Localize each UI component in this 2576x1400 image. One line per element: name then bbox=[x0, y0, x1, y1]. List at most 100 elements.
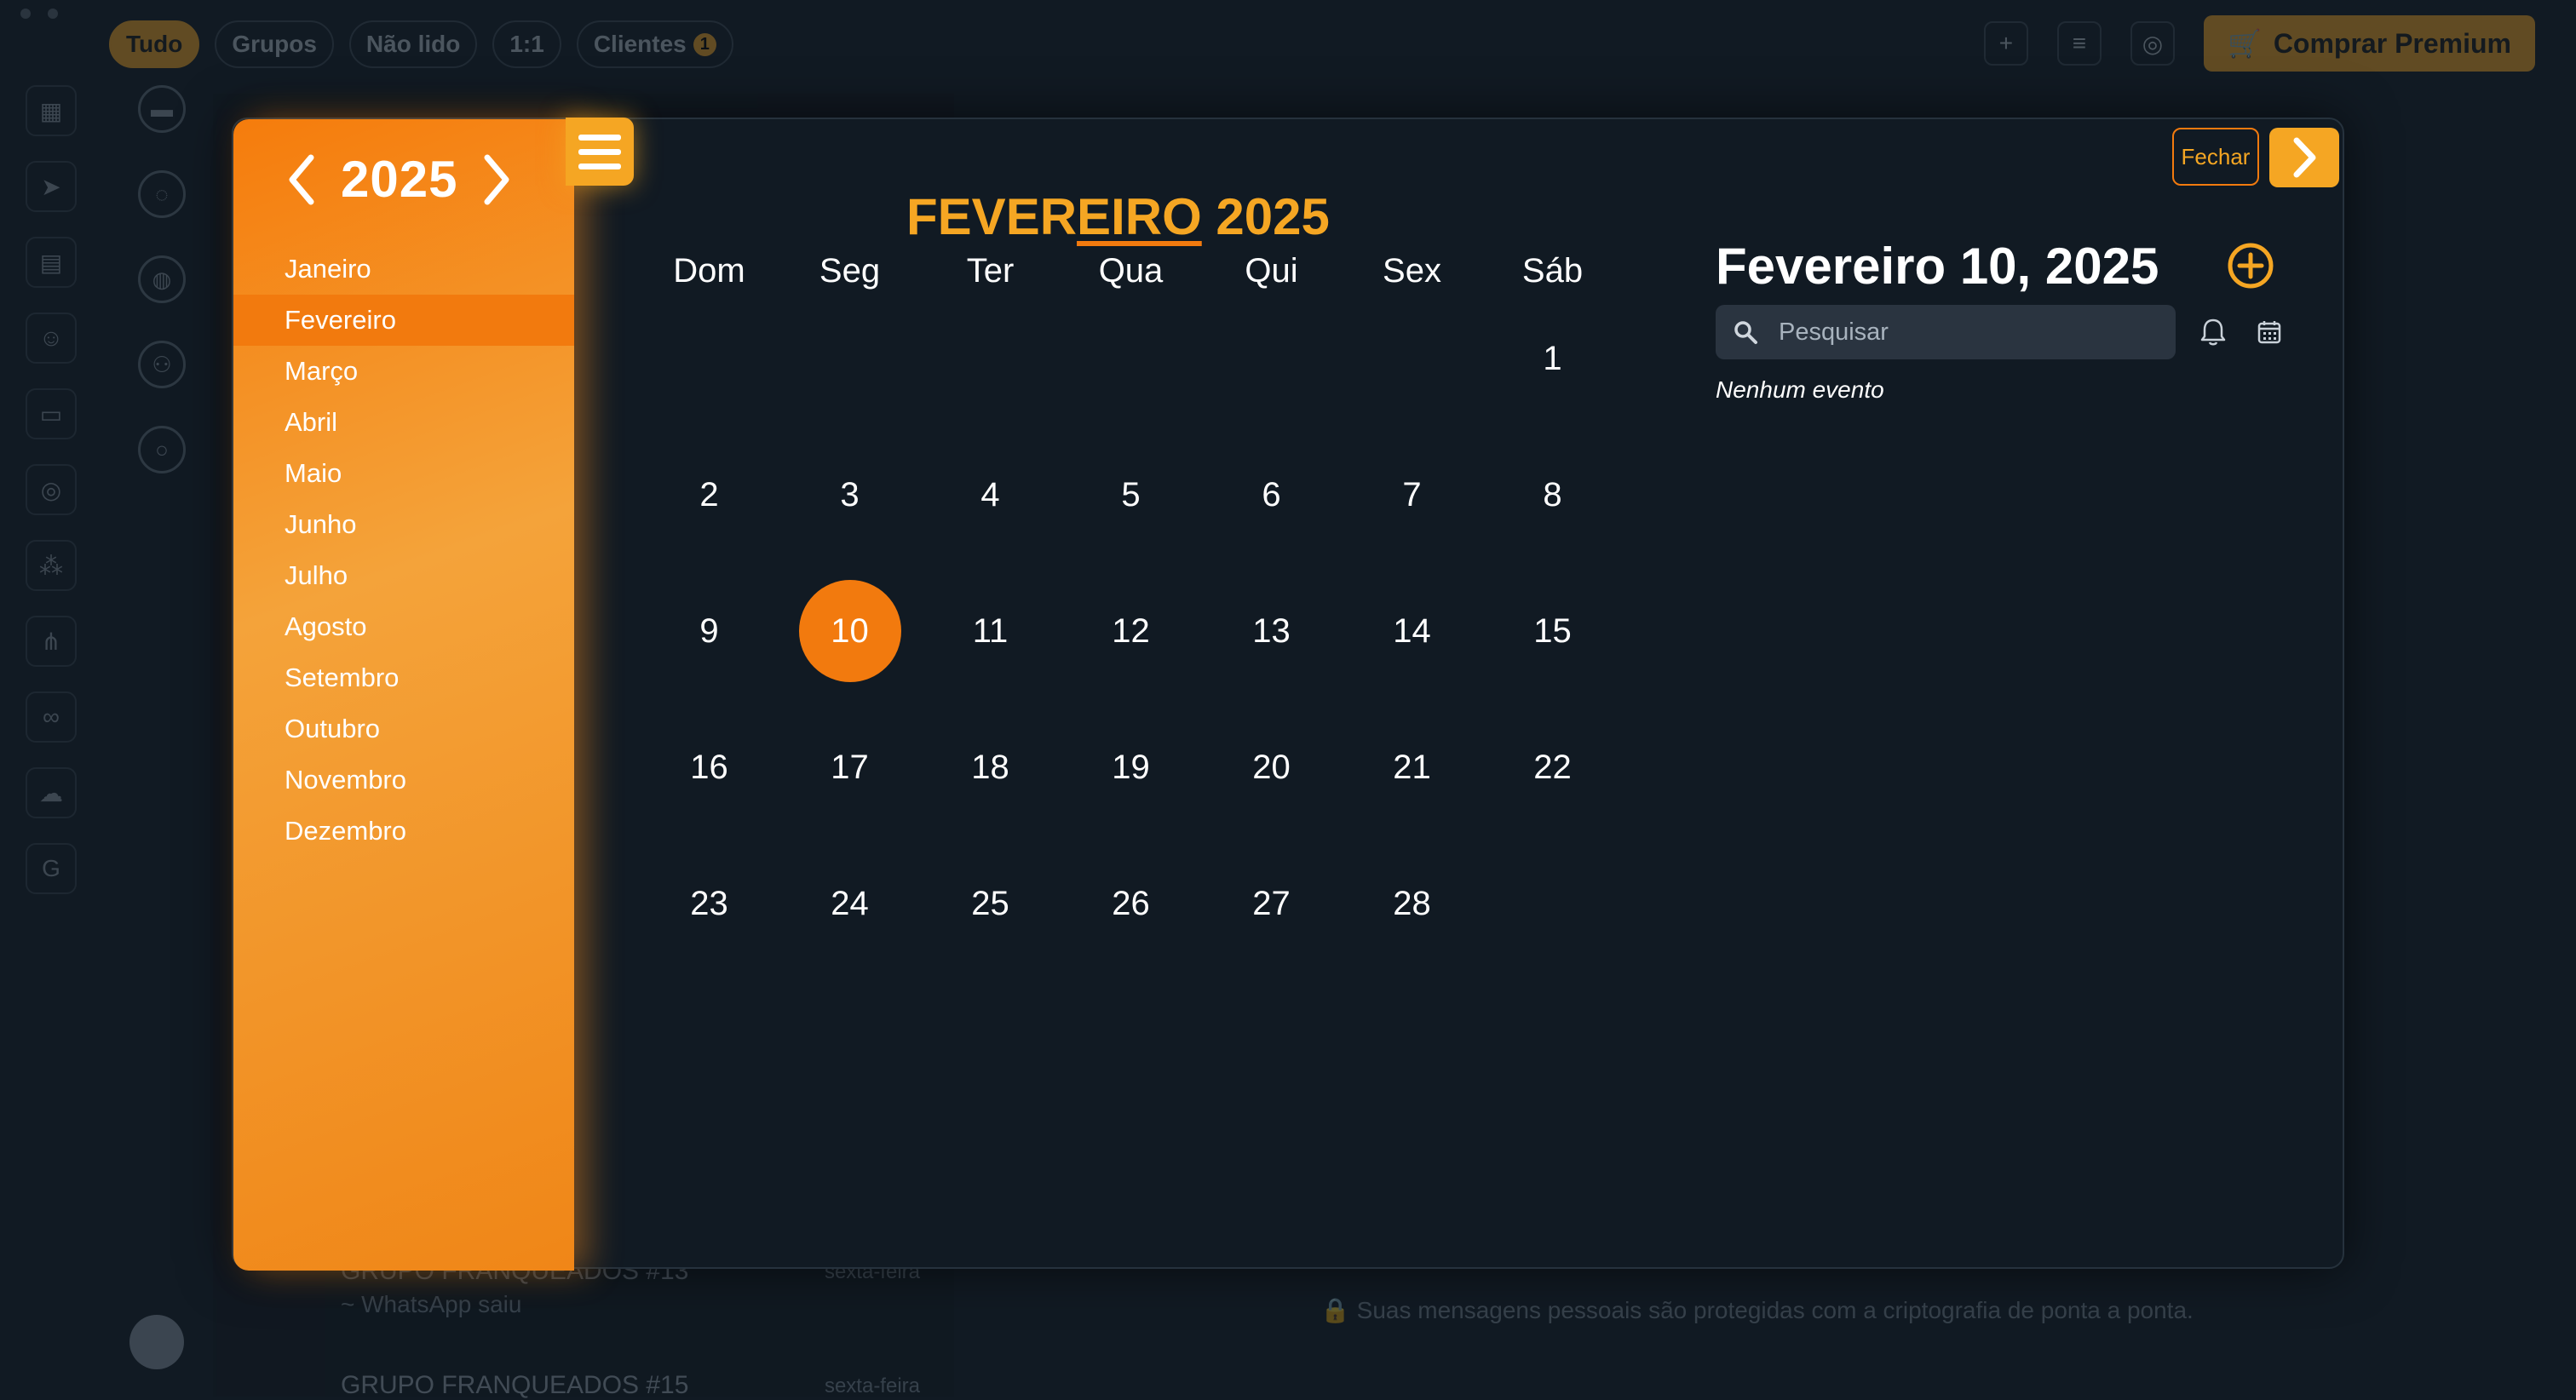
selected-date-title: Fevereiro 10, 2025 bbox=[1716, 238, 2159, 295]
day-number: 15 bbox=[1533, 612, 1572, 650]
flow-icon[interactable]: ⋔ bbox=[26, 616, 77, 667]
chevron-right-icon bbox=[484, 154, 509, 204]
day-number: 14 bbox=[1393, 612, 1431, 650]
day-cell[interactable]: 28 bbox=[1342, 877, 1482, 1013]
month-item[interactable]: Março bbox=[233, 346, 574, 397]
year-label: 2025 bbox=[341, 151, 458, 208]
chevron-left-icon bbox=[289, 154, 314, 204]
day-number: 27 bbox=[1252, 885, 1291, 922]
meta-ai-icon[interactable]: ○ bbox=[138, 426, 186, 473]
search-input[interactable] bbox=[1777, 317, 2138, 347]
day-cell[interactable]: 23 bbox=[639, 877, 779, 1013]
month-panel: 2025 Janeiro Fevereiro Março Abril Maio Junho… bbox=[233, 119, 574, 1271]
avatar[interactable] bbox=[129, 1315, 184, 1369]
day-number: 16 bbox=[690, 749, 728, 786]
prev-year-button[interactable] bbox=[285, 154, 319, 205]
month-item[interactable]: Novembro bbox=[233, 755, 574, 806]
day-number: 26 bbox=[1112, 885, 1150, 922]
day-cell[interactable]: 26 bbox=[1061, 877, 1201, 1013]
month-item[interactable]: Janeiro bbox=[233, 244, 574, 295]
chevron-right-icon bbox=[2293, 137, 2316, 178]
month-item[interactable]: Julho bbox=[233, 550, 574, 601]
next-button[interactable] bbox=[2269, 128, 2339, 187]
inbox-icon[interactable]: ▬ bbox=[138, 85, 186, 133]
secondary-rail: ▬ ◌ ◍ ⚇ ○ bbox=[111, 85, 204, 1397]
month-item[interactable]: Agosto bbox=[233, 601, 574, 652]
month-item[interactable]: Setembro bbox=[233, 652, 574, 703]
calendar-icon[interactable] bbox=[2256, 318, 2283, 346]
day-cell[interactable]: 27 bbox=[1201, 877, 1342, 1013]
network-icon[interactable]: ⁂ bbox=[26, 540, 77, 591]
search-icon bbox=[1734, 321, 1757, 344]
day-number: 9 bbox=[699, 612, 719, 650]
day-number: 28 bbox=[1393, 885, 1431, 922]
day-number: 3 bbox=[840, 476, 860, 514]
list-item[interactable]: GRUPO FRANQUEADOS #15 sexta-feira bbox=[341, 1371, 920, 1400]
event-search bbox=[1716, 305, 2176, 359]
day-cell[interactable]: 25 bbox=[920, 877, 1061, 1013]
month-item[interactable]: Junho bbox=[233, 499, 574, 550]
day-number: 24 bbox=[831, 885, 869, 922]
day-number: 23 bbox=[690, 885, 728, 922]
month-item[interactable]: Maio bbox=[233, 448, 574, 499]
day-number: 6 bbox=[1262, 476, 1281, 514]
no-events-message: Nenhum evento bbox=[1716, 376, 1884, 403]
day-number: 1 bbox=[1543, 340, 1562, 377]
filter-all[interactable]: Tudo bbox=[109, 20, 200, 68]
buy-premium-button[interactable]: 🛒 Comprar Premium bbox=[2203, 15, 2535, 72]
day-cell[interactable]: 24 bbox=[779, 877, 920, 1013]
filter-unread[interactable]: Não lido bbox=[348, 20, 478, 68]
toggle-menu-button[interactable] bbox=[566, 118, 634, 186]
days-grid: 1 2 3 4 5 6 7 8 9 10 11 12 13 14 15 16 17 18 19 20 21 22 23 24 2… bbox=[639, 332, 1619, 1013]
day-number: 5 bbox=[1121, 476, 1141, 514]
link-icon[interactable]: ∞ bbox=[26, 691, 77, 743]
send-icon[interactable]: ➤ bbox=[26, 161, 77, 212]
calendar-icon[interactable]: ▤ bbox=[26, 237, 77, 288]
target-icon[interactable]: ◎ bbox=[26, 464, 77, 515]
window-controls bbox=[20, 9, 58, 19]
next-year-button[interactable] bbox=[480, 154, 514, 205]
bell-icon[interactable] bbox=[2198, 317, 2228, 347]
encryption-note: 🔒 Suas mensagens pessoais são protegidas… bbox=[1320, 1297, 2194, 1323]
kanban-icon[interactable]: ▦ bbox=[26, 85, 77, 136]
communities-icon[interactable]: ⚇ bbox=[138, 341, 186, 388]
cart-icon: 🛒 bbox=[2227, 28, 2262, 59]
left-rail: ▦ ➤ ▤ ☺ ▭ ◎ ⁂ ⋔ ∞ ☁ G bbox=[0, 85, 102, 1397]
chat-bubbles-icon[interactable]: ☁ bbox=[26, 767, 77, 818]
day-number: 10 bbox=[798, 580, 901, 682]
year-navigation: 2025 bbox=[285, 150, 514, 209]
close-button[interactable]: Fechar bbox=[2172, 128, 2259, 186]
bot-icon[interactable]: ☺ bbox=[26, 313, 77, 364]
day-number: 7 bbox=[1402, 476, 1422, 514]
menu-icon[interactable]: ≡ bbox=[2056, 21, 2102, 66]
add-event-icon[interactable] bbox=[2227, 242, 2274, 290]
month-item[interactable]: Abril bbox=[233, 397, 574, 448]
calendar-modal: 2025 Janeiro Fevereiro Março Abril Maio Junho… bbox=[232, 118, 2344, 1271]
day-number: 12 bbox=[1112, 612, 1150, 650]
weekday-label: Qua bbox=[1098, 252, 1164, 290]
message-icon[interactable]: ▭ bbox=[26, 388, 77, 439]
day-number: 21 bbox=[1393, 749, 1431, 786]
weekday-label: Sex bbox=[1383, 252, 1441, 290]
filter-one-on-one[interactable]: 1:1 bbox=[492, 20, 561, 68]
new-chat-icon[interactable]: + bbox=[1983, 21, 2028, 66]
day-number: 18 bbox=[971, 749, 1009, 786]
profile-icon[interactable]: ◎ bbox=[2130, 21, 2175, 66]
filter-groups[interactable]: Grupos bbox=[215, 20, 334, 68]
month-item[interactable]: Outubro bbox=[233, 703, 574, 755]
weekday-header: Dom Seg Ter Qua Qui Sex Sáb bbox=[639, 252, 1619, 290]
day-number: 25 bbox=[971, 885, 1009, 922]
status-icon[interactable]: ◌ bbox=[138, 170, 186, 218]
month-item[interactable]: Dezembro bbox=[233, 806, 574, 857]
chat-filters: Tudo Grupos Não lido 1:1 Clientes 1 bbox=[109, 20, 733, 68]
day-number: 4 bbox=[980, 476, 1000, 514]
day-cell[interactable]: 22 bbox=[1482, 741, 1623, 877]
filter-count-badge: 1 bbox=[693, 32, 716, 56]
weekday-label: Dom bbox=[673, 252, 745, 290]
google-icon[interactable]: G bbox=[26, 843, 77, 894]
filter-clients[interactable]: Clientes 1 bbox=[576, 20, 733, 68]
header-actions: + ≡ ◎ 🛒 Comprar Premium bbox=[1983, 15, 2535, 72]
channels-icon[interactable]: ◍ bbox=[138, 255, 186, 303]
month-item[interactable]: Fevereiro bbox=[233, 295, 574, 346]
day-number: 19 bbox=[1112, 749, 1150, 786]
